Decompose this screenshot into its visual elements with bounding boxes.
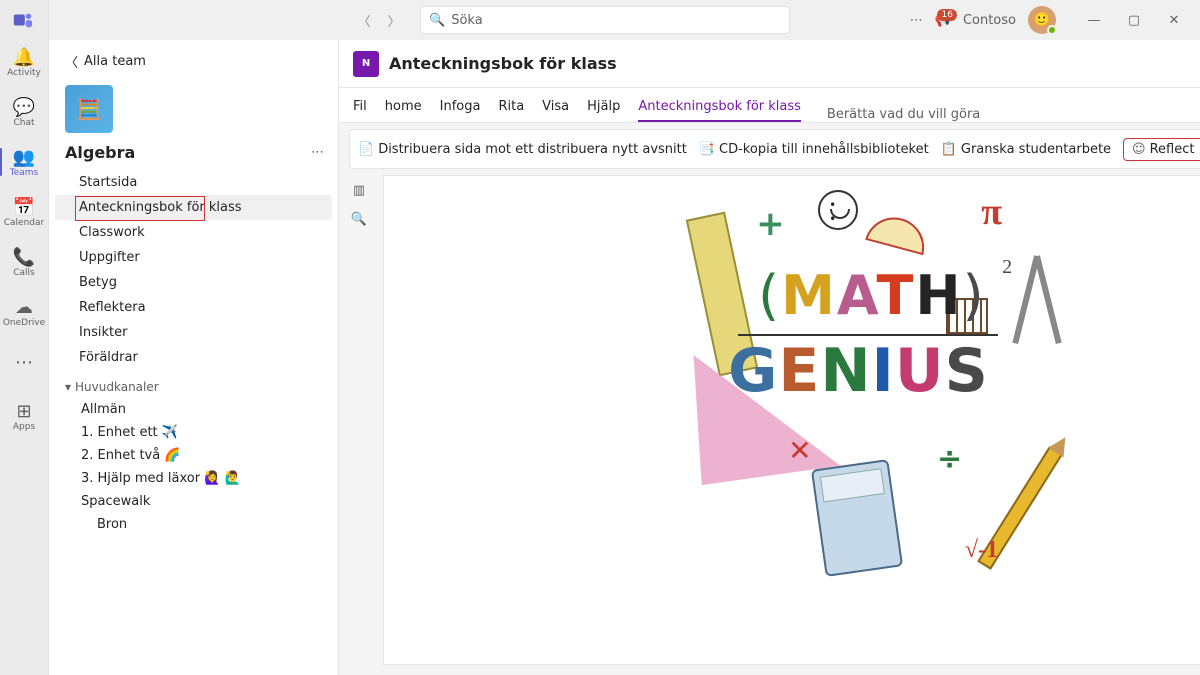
team-more-button[interactable]: ⋯ — [311, 145, 324, 160]
tab-header: N Anteckningsbok för klass ⤢ ⟳ 🌐 🛡 — [339, 40, 1200, 88]
channels-header[interactable]: ▾ Huvudkanaler — [49, 370, 338, 398]
notebook-nav-rail: ▥ 🔍 — [339, 175, 379, 675]
search-icon: 🔍 — [429, 13, 445, 28]
rail-chat[interactable]: 💬Chat — [0, 88, 48, 136]
rail-calls[interactable]: 📞Calls — [0, 238, 48, 286]
rail-calendar[interactable]: 📅Calendar — [0, 188, 48, 236]
class-notebook-toolbar: 📄 Distribuera sida mot ett distribuera n… — [349, 129, 1200, 169]
presence-indicator — [1047, 25, 1057, 35]
nav-forward-button[interactable]: 〉 — [380, 6, 408, 34]
notifications-button[interactable]: 📢 16 — [935, 13, 951, 28]
bell-icon: 🔔 — [13, 46, 35, 68]
people-icon: 👥 — [13, 146, 35, 168]
team-title: Algebra — [65, 143, 135, 162]
ribbon-tab-insert[interactable]: Infoga — [440, 99, 481, 122]
content-area: N Anteckningsbok för klass ⤢ ⟳ 🌐 🛡 Fil h… — [339, 40, 1200, 675]
notif-badge: 16 — [937, 9, 956, 21]
channel-general[interactable]: Allmän — [49, 398, 338, 421]
apps-icon: ⊞ — [16, 400, 31, 422]
user-avatar[interactable]: 🙂 — [1028, 6, 1056, 34]
rail-teams[interactable]: 👥Teams — [0, 138, 48, 186]
calendar-icon: 📅 — [13, 196, 35, 218]
notebook-page[interactable]: + π (MATH) 2 GENIUS ✕ ÷ √-1 — [383, 175, 1200, 665]
sections-icon[interactable]: ▥ — [353, 183, 365, 198]
ribbon-tab-home[interactable]: home — [385, 99, 422, 122]
subchannel-bron[interactable]: Bron — [49, 513, 338, 536]
side-item-classwork[interactable]: Classwork — [55, 220, 332, 245]
ribbon: Fil home Infoga Rita Visa Hjälp Anteckni… — [339, 88, 1200, 123]
channel-unit-two[interactable]: 2. Enhet två 🌈 — [49, 444, 338, 467]
side-item-grades[interactable]: Betyg — [55, 270, 332, 295]
page-icon: 📄 — [358, 142, 374, 157]
channel-homework-help[interactable]: 3. Hjälp med läxor 🙋‍♀️ 🙋‍♂️ — [49, 467, 338, 490]
search-input[interactable]: 🔍 Söka — [420, 6, 790, 34]
side-item-assignments[interactable]: Uppgifter — [55, 245, 332, 270]
more-icon: ⋯ — [15, 351, 33, 373]
side-item-insights[interactable]: Insikter — [55, 320, 332, 345]
window-minimize[interactable]: — — [1076, 6, 1112, 34]
window-maximize[interactable]: ▢ — [1116, 6, 1152, 34]
phone-icon: 📞 — [13, 246, 35, 268]
side-item-class-notebook[interactable]: Anteckningsbok för klass — [55, 195, 332, 220]
chevron-left-icon: 〈 — [65, 52, 78, 71]
rail-onedrive[interactable]: ☁OneDrive — [0, 288, 48, 336]
distribute-page-button[interactable]: 📄 Distribuera sida mot ett distribuera n… — [358, 142, 687, 157]
back-all-teams[interactable]: 〈 Alla team — [49, 48, 338, 81]
rail-more[interactable]: ⋯ — [0, 338, 48, 386]
channel-spacewalk[interactable]: Spacewalk — [49, 490, 338, 513]
tab-title: Anteckningsbok för klass — [389, 54, 617, 73]
ribbon-tab-draw[interactable]: Rita — [498, 99, 524, 122]
org-name[interactable]: Contoso — [963, 13, 1016, 28]
channel-sidebar: 〈 Alla team 🧮 Algebra ⋯ Startsida Anteck… — [49, 40, 339, 675]
review-icon: 📋 — [941, 142, 957, 157]
team-avatar[interactable]: 🧮 — [65, 85, 113, 133]
onenote-icon: N — [353, 51, 379, 77]
copy-to-library-button[interactable]: 📑 CD-kopia till innehållsbiblioteket — [699, 142, 929, 157]
tell-me-input[interactable]: Berätta vad du vill göra — [827, 107, 980, 122]
ribbon-tab-help[interactable]: Hjälp — [587, 99, 620, 122]
rail-apps[interactable]: ⊞Apps — [0, 392, 48, 440]
smile-icon: ☺ — [1132, 142, 1146, 157]
math-genius-artwork: + π (MATH) 2 GENIUS ✕ ÷ √-1 — [688, 186, 1068, 586]
copy-icon: 📑 — [699, 142, 715, 157]
rail-activity[interactable]: 🔔Activity — [0, 38, 48, 86]
chevron-down-icon: ▾ — [65, 380, 71, 394]
teams-logo-icon — [12, 8, 36, 32]
ribbon-tab-view[interactable]: Visa — [542, 99, 569, 122]
reflect-button[interactable]: ☺ Reflect — [1123, 138, 1200, 161]
channel-unit-one[interactable]: 1. Enhet ett ✈️ — [49, 421, 338, 444]
chat-icon: 💬 — [13, 96, 35, 118]
side-item-parents[interactable]: Föräldrar — [55, 345, 332, 370]
more-options-button[interactable]: ⋯ — [910, 13, 923, 28]
page-search-icon[interactable]: 🔍 — [351, 212, 367, 227]
ribbon-tab-class-notebook[interactable]: Anteckningsbok för klass — [638, 99, 801, 122]
side-item-home[interactable]: Startsida — [55, 170, 332, 195]
cloud-icon: ☁ — [15, 296, 33, 318]
ribbon-tab-file[interactable]: Fil — [353, 99, 367, 122]
review-student-work-button[interactable]: 📋 Granska studentarbete — [941, 142, 1111, 157]
nav-back-button[interactable]: 〈 — [350, 6, 378, 34]
side-item-reflect[interactable]: Reflektera — [55, 295, 332, 320]
window-close[interactable]: ✕ — [1156, 6, 1192, 34]
search-placeholder: Söka — [451, 13, 482, 28]
app-rail: 🔔Activity 💬Chat 👥Teams 📅Calendar 📞Calls … — [0, 0, 49, 675]
title-bar: 〈 〉 🔍 Söka ⋯ 📢 16 Contoso 🙂 — ▢ ✕ — [52, 0, 1200, 40]
